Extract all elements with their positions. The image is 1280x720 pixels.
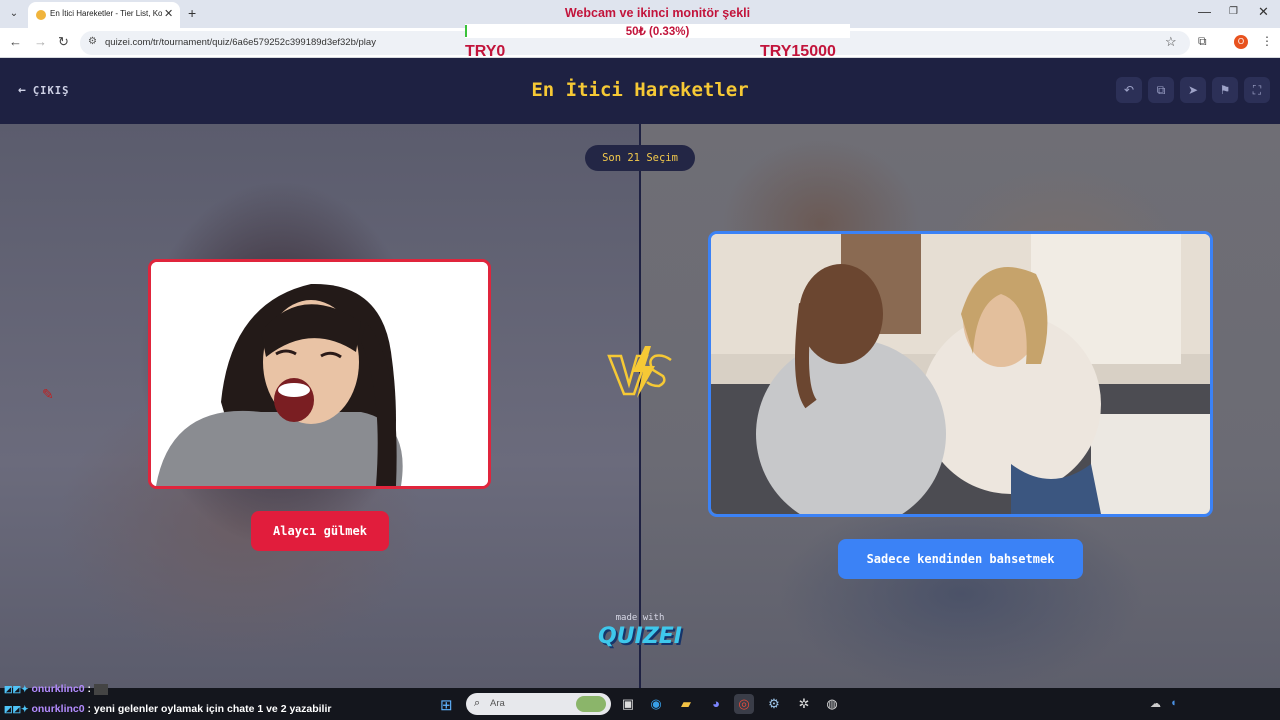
versus-icon [607, 346, 672, 398]
search-placeholder: Ara [490, 698, 505, 709]
tab-title: En İtici Hareketler - Tier List, Ko [50, 9, 162, 18]
page-title: En İtici Hareketler [531, 79, 749, 101]
url-text[interactable]: quizei.com/tr/tournament/quiz/6a6e579252… [105, 37, 376, 48]
pen-cursor-icon: ✎ [42, 386, 54, 402]
left-choice-image[interactable] [148, 259, 491, 489]
arrow-left-icon: ← [18, 83, 27, 98]
fullscreen-icon: ⛶ [1252, 83, 1262, 97]
tab-favicon-icon [36, 10, 46, 20]
search-highlight-icon [576, 696, 606, 712]
discord-icon[interactable]: ◕ [706, 694, 726, 714]
profile-avatar[interactable]: O [1234, 35, 1248, 49]
forward-icon[interactable]: → [34, 34, 47, 49]
left-choice-button[interactable]: Alaycı gülmek [251, 511, 389, 551]
chat-badge-icon: ◩◩✦ [4, 684, 29, 694]
taskbar-search[interactable]: ⌕ Ara [466, 693, 611, 715]
flag-icon: ⚑ [1219, 83, 1231, 97]
chrome-icon[interactable]: ◎ [734, 694, 754, 714]
made-with-label: made with [615, 613, 665, 623]
restore-icon[interactable]: ❐ [1229, 6, 1238, 17]
copy-button[interactable]: ⧉ [1148, 77, 1174, 103]
donation-goal-title: Webcam ve ikinci monitör şekli [564, 6, 751, 20]
donation-progress-bar: 50₺ (0.33%) [465, 24, 850, 38]
back-icon[interactable]: ← [9, 34, 22, 49]
network-icon[interactable]: ☁ [1150, 697, 1161, 710]
laughing-woman-image [151, 262, 488, 486]
task-view-icon[interactable]: ▣ [618, 694, 638, 714]
taskbar: ◩◩✦ onurklinc0 : ◩◩✦ onurklinc0 : yeni g… [0, 683, 1280, 720]
edge-icon[interactable]: ◉ [646, 694, 666, 714]
chat-message: ◩◩✦ onurklinc0 : yeni gelenler oylamak i… [4, 703, 331, 715]
minimize-icon[interactable]: — [1198, 4, 1211, 19]
app-header: ← ÇIKIŞ En İtici Hareketler ↶ ⧉ ➤ ⚑ ⛶ [0, 58, 1280, 124]
women-talking-image [711, 234, 1210, 514]
right-choice-button[interactable]: Sadece kendinden bahsetmek [838, 539, 1083, 579]
chat-text: : yeni gelenler oylamak için chate 1 ve … [87, 703, 332, 715]
search-icon: ⌕ [474, 697, 481, 709]
chat-username: onurklinc0 [31, 703, 85, 715]
right-choice-image[interactable] [708, 231, 1213, 517]
tab-close-icon[interactable]: ✕ [164, 7, 173, 20]
chat-username: onurklinc0 [31, 683, 85, 695]
app-icon[interactable]: ✲ [794, 694, 814, 714]
center-divider [639, 124, 641, 688]
undo-icon: ↶ [1123, 83, 1135, 97]
chat-text: : [87, 683, 92, 695]
extensions-icon[interactable]: ⧉ [1198, 34, 1207, 49]
undo-button[interactable]: ↶ [1116, 77, 1142, 103]
new-tab-icon[interactable]: + [188, 5, 196, 21]
windows-start-icon[interactable]: ⊞ [440, 696, 453, 714]
copy-icon: ⧉ [1156, 83, 1166, 97]
chat-emote-icon [93, 683, 108, 695]
matchup-stage: Son 21 Seçim Alaycı gülmek Sadece kendin… [0, 124, 1280, 688]
reload-icon[interactable]: ↻ [58, 34, 69, 50]
window-close-icon[interactable]: ✕ [1258, 4, 1269, 20]
site-info-icon[interactable]: ⚙ [88, 36, 97, 47]
browser-tab[interactable]: En İtici Hareketler - Tier List, Ko ✕ [28, 2, 180, 28]
donation-amount: 50₺ (0.33%) [625, 26, 690, 38]
tray-app-icon[interactable]: ◖ [1170, 697, 1177, 709]
obs-icon[interactable]: ◍ [822, 694, 842, 714]
report-button[interactable]: ⚑ [1212, 77, 1238, 103]
steam-icon[interactable]: ⚙ [764, 694, 784, 714]
exit-label: ÇIKIŞ [32, 85, 70, 97]
chat-message: ◩◩✦ onurklinc0 : [4, 683, 108, 695]
fullscreen-button[interactable]: ⛶ [1244, 77, 1270, 103]
send-icon: ➤ [1187, 83, 1199, 97]
exit-button[interactable]: ← ÇIKIŞ [18, 83, 69, 98]
tab-search-icon[interactable]: ⌄ [6, 6, 22, 22]
chat-badge-icon: ◩◩✦ [4, 704, 29, 714]
browser-menu-icon[interactable]: ⋮ [1261, 34, 1273, 48]
share-button[interactable]: ➤ [1180, 77, 1206, 103]
file-explorer-icon[interactable]: ▰ [676, 694, 696, 714]
bookmark-star-icon[interactable]: ☆ [1165, 34, 1177, 50]
quizei-logo[interactable]: QUIZEI [595, 624, 685, 649]
round-badge: Son 21 Seçim [585, 145, 695, 171]
